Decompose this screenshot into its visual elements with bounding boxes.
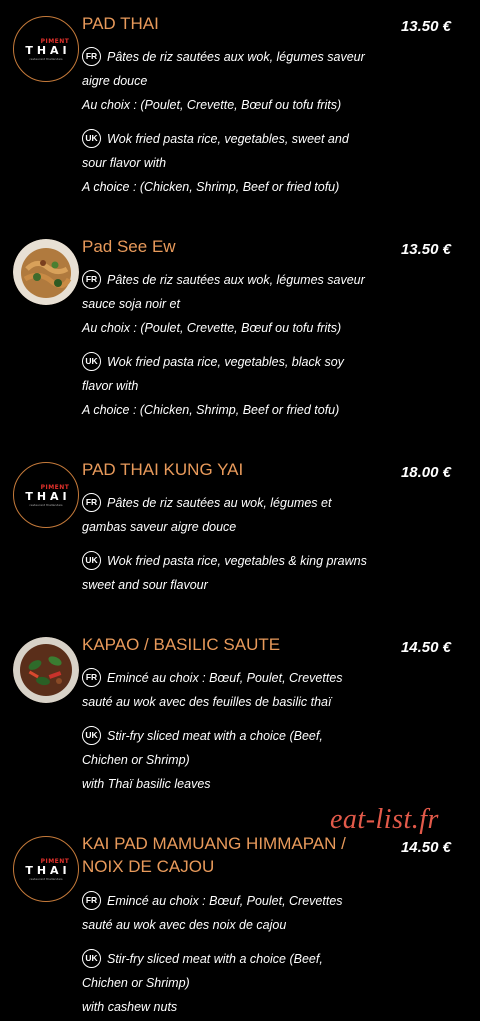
dish-description: FR Emincé au choix : Bœuf, Poulet, Crevet… (82, 666, 382, 796)
fr-line: gambas saveur aigre douce (82, 520, 237, 534)
fr-line: aigre douce (82, 74, 148, 88)
fr-line: Au choix : (Poulet, Crevette, Bœuf ou to… (82, 321, 342, 335)
uk-badge-icon: UK (82, 352, 101, 372)
uk-badge-icon: UK (82, 949, 101, 969)
logo-tagline: restaurant thaïlandais (29, 56, 63, 61)
pad-see-ew-photo (13, 239, 79, 305)
fr-line: Pâtes de riz sautées au wok, légumes et (107, 496, 332, 510)
piment-thai-logo: PIMENT THAI restaurant thaïlandais (13, 462, 79, 528)
uk-line: sour flavor with (82, 156, 167, 170)
uk-badge-icon: UK (82, 726, 101, 746)
fr-badge-icon: FR (82, 493, 101, 513)
fr-badge-icon: FR (82, 668, 101, 688)
logo-thai-text: THAI (25, 489, 71, 503)
logo-tagline: restaurant thaïlandais (29, 876, 63, 881)
dish-photo-icon (13, 239, 79, 305)
dish-title-line: NOIX DE CAJOU (82, 857, 215, 876)
fr-line: Au choix : (Poulet, Crevette, Bœuf ou to… (82, 98, 342, 112)
logo-tagline: restaurant thaïlandais (29, 502, 63, 507)
fr-line: Pâtes de riz sautées aux wok, légumes sa… (107, 273, 365, 287)
uk-line: Wok fried pasta rice, vegetables, sweet … (107, 132, 349, 146)
logo-thai-text: THAI (25, 863, 71, 877)
fr-line: sauté au wok avec des noix de cajou (82, 918, 287, 932)
uk-line: Stir-fry sliced meat with a choice (Beef… (107, 952, 323, 966)
fr-line: Emincé au choix : Bœuf, Poulet, Crevette… (107, 671, 343, 685)
dish-description: FR Pâtes de riz sautées aux wok, légumes … (82, 268, 382, 422)
dish-title: KAPAO / BASILIC SAUTE (82, 635, 281, 654)
uk-line: flavor with (82, 379, 139, 393)
dish-title: Pad See Ew (82, 237, 176, 256)
dish-title: KAI PAD MAMUANG HIMMAPAN / NOIX DE CAJOU (82, 832, 346, 878)
dish-description: FR Pâtes de riz sautées au wok, légumes e… (82, 491, 382, 597)
uk-badge-icon: UK (82, 129, 101, 149)
uk-line: with Thaï basilic leaves (82, 777, 211, 791)
uk-line: Stir-fry sliced meat with a choice (Beef… (107, 729, 323, 743)
kapao-photo (13, 637, 79, 703)
uk-line: A choice : (Chicken, Shrimp, Beef or fri… (82, 180, 340, 194)
fr-badge-icon: FR (82, 891, 101, 911)
fr-line: Emincé au choix : Bœuf, Poulet, Crevette… (107, 894, 343, 908)
dish-description: FR Emincé au choix : Bœuf, Poulet, Crevet… (82, 889, 382, 1019)
dish-price: 13.50 € (400, 241, 451, 258)
uk-line: Wok fried pasta rice, vegetables, black … (107, 355, 344, 369)
uk-line: sweet and sour flavour (82, 578, 208, 592)
dish-price: 18.00 € (400, 464, 451, 481)
dish-photo-icon (13, 637, 79, 703)
dish-title: PAD THAI (82, 14, 159, 33)
uk-line: Chichen or Shrimp) (82, 976, 190, 990)
dish-title-line: KAI PAD MAMUANG HIMMAPAN / (82, 834, 346, 853)
piment-thai-logo: PIMENT THAI restaurant thaïlandais (13, 836, 79, 902)
uk-line: A choice : (Chicken, Shrimp, Beef or fri… (82, 403, 340, 417)
uk-badge-icon: UK (82, 551, 101, 571)
fr-line: sauté au wok avec des feuilles de basili… (82, 695, 332, 709)
dish-price: 13.50 € (400, 18, 451, 35)
fr-badge-icon: FR (82, 47, 101, 67)
fr-line: sauce soja noir et (82, 297, 180, 311)
uk-line: with cashew nuts (82, 1000, 178, 1014)
uk-line: Wok fried pasta rice, vegetables & king … (107, 554, 367, 568)
dish-description: FR Pâtes de riz sautées aux wok, légumes … (82, 45, 382, 199)
fr-line: Pâtes de riz sautées aux wok, légumes sa… (107, 50, 365, 64)
logo-thai-text: THAI (25, 43, 71, 57)
fr-badge-icon: FR (82, 270, 101, 290)
uk-line: Chichen or Shrimp) (82, 753, 190, 767)
watermark: eat-list.fr (330, 804, 439, 835)
dish-price: 14.50 € (400, 639, 451, 656)
dish-price: 14.50 € (400, 839, 451, 856)
dish-title: PAD THAI KUNG YAI (82, 460, 244, 479)
piment-thai-logo: PIMENT THAI restaurant thaïlandais (13, 16, 79, 82)
